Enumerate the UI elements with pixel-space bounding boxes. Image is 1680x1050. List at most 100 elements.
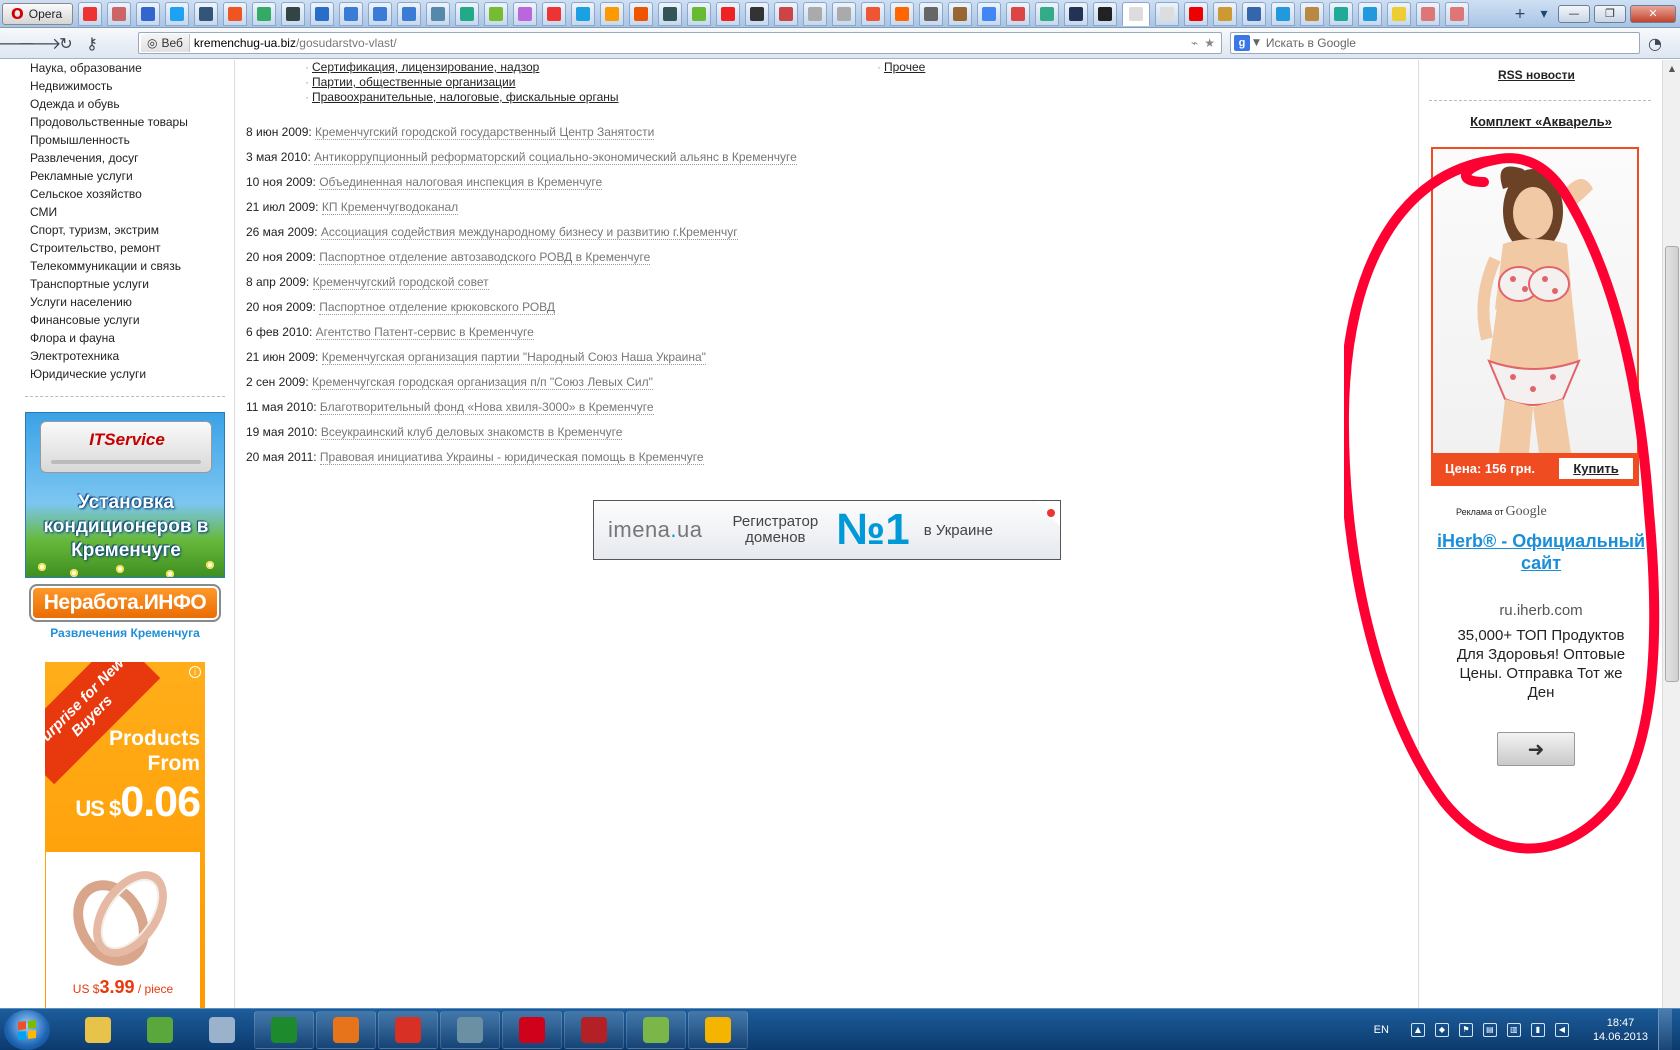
browser-tab[interactable]	[368, 1, 393, 26]
subcategory-link[interactable]: Сертификация, лицензирование, надзор	[312, 60, 539, 74]
reload-icon[interactable]: ↻	[54, 31, 78, 55]
ad-info-icon[interactable]: i	[189, 666, 201, 678]
taskbar-app-button[interactable]	[192, 1011, 252, 1049]
itservice-ad-banner[interactable]: ITService Установка кондиционеров в Крем…	[25, 412, 225, 578]
tab-menu-chevron-icon[interactable]: ▾	[1534, 4, 1554, 24]
subcategory-item[interactable]: · Сертификация, лицензирование, надзор	[305, 60, 539, 74]
nerabota-subtitle[interactable]: Развлечения Кременчуга	[25, 626, 225, 640]
category-link[interactable]: Продовольственные товары	[30, 114, 188, 132]
browser-tab[interactable]	[774, 1, 799, 26]
category-link[interactable]: Юридические услуги	[30, 366, 188, 384]
browser-tab[interactable]	[629, 1, 654, 26]
category-link[interactable]: Наука, образование	[30, 60, 188, 78]
promo-product-card[interactable]: Цена: 156 грн. Купить	[1431, 147, 1639, 486]
category-link[interactable]: Недвижимость	[30, 78, 188, 96]
category-link[interactable]: Спорт, туризм, экстрим	[30, 222, 188, 240]
scrollbar-thumb[interactable]	[1665, 246, 1679, 682]
language-indicator[interactable]: EN	[1374, 1024, 1389, 1036]
category-link[interactable]: Транспортные услуги	[30, 276, 188, 294]
close-window-button[interactable]: ✕	[1630, 4, 1676, 23]
news-title-link[interactable]: Всеукраинский клуб деловых знакомств в К…	[320, 425, 623, 440]
browser-tab[interactable]	[397, 1, 422, 26]
network-app-tray-icon[interactable]: ◆	[1434, 1022, 1449, 1037]
browser-tab[interactable]	[484, 1, 509, 26]
ads-by-google-label[interactable]: Реклама от Google	[1456, 504, 1547, 520]
browser-tab[interactable]	[1064, 1, 1089, 26]
browser-tab[interactable]	[1122, 1, 1151, 26]
new-tab-icon[interactable]: +	[1510, 4, 1530, 24]
browser-tab[interactable]	[542, 1, 567, 26]
category-link[interactable]: Одежда и обувь	[30, 96, 188, 114]
subcategory-link[interactable]: Партии, общественные организации	[312, 75, 515, 89]
buy-button[interactable]: Купить	[1559, 458, 1633, 479]
browser-tab[interactable]	[513, 1, 538, 26]
browser-tab[interactable]	[426, 1, 451, 26]
category-link[interactable]: Промышленность	[30, 132, 188, 150]
subcategory-link[interactable]: Правоохранительные, налоговые, фискальны…	[312, 90, 619, 104]
browser-tab[interactable]	[1213, 1, 1238, 26]
news-title-link[interactable]: Ассоциация содействия международному биз…	[320, 225, 738, 240]
category-link[interactable]: Услуги населению	[30, 294, 188, 312]
action-center-flag-icon[interactable]: ⚑	[1458, 1022, 1473, 1037]
browser-tab[interactable]	[252, 1, 277, 26]
news-title-link[interactable]: Кременчугский городской государственный …	[315, 125, 655, 140]
imena-ua-banner[interactable]: imena.ua Регистратор доменов №1 в Украине	[593, 500, 1061, 560]
vertical-scrollbar[interactable]: ▲	[1662, 60, 1680, 1008]
browser-tab[interactable]	[1271, 1, 1296, 26]
taskbar-app-button[interactable]	[254, 1010, 314, 1049]
clock[interactable]: 18:47 14.06.2013	[1593, 1016, 1648, 1044]
taskbar-app-button[interactable]	[130, 1011, 190, 1049]
taskbar-app-button[interactable]	[440, 1010, 500, 1049]
news-title-link[interactable]: Агентство Патент-сервис в Кременчуге	[315, 325, 534, 340]
promo-title-link[interactable]: Комплект «Акварель»	[1419, 114, 1662, 129]
taskbar-app-button[interactable]	[378, 1010, 438, 1049]
browser-tab[interactable]	[1035, 1, 1060, 26]
volume-icon[interactable]: ◀	[1554, 1022, 1569, 1037]
nerabota-info-banner[interactable]: Неработа. ИНФО	[29, 584, 221, 622]
browser-tab[interactable]	[339, 1, 364, 26]
network-icon[interactable]: ▥	[1506, 1022, 1521, 1037]
news-title-link[interactable]: Кременчугская организация партии "Народн…	[321, 350, 706, 365]
browser-tab[interactable]	[832, 1, 857, 26]
taskbar-app-button[interactable]	[564, 1010, 624, 1049]
news-title-link[interactable]: КП Кременчугводоканал	[321, 200, 459, 215]
browser-tab[interactable]	[136, 1, 161, 26]
browser-tab[interactable]	[1358, 1, 1383, 26]
browser-tab[interactable]	[919, 1, 944, 26]
iherb-go-arrow-button[interactable]: ➜	[1497, 732, 1575, 766]
news-title-link[interactable]: Правовая инициатива Украины - юридическа…	[319, 450, 704, 465]
category-link[interactable]: Финансовые услуги	[30, 312, 188, 330]
browser-tab[interactable]	[281, 1, 306, 26]
browser-tab[interactable]	[1093, 1, 1118, 26]
browser-tab[interactable]	[107, 1, 132, 26]
minimize-button[interactable]: —	[1558, 4, 1590, 23]
browser-tab[interactable]	[165, 1, 190, 26]
browser-tab[interactable]	[571, 1, 596, 26]
start-button[interactable]	[4, 1009, 50, 1050]
forward-arrow-icon[interactable]: 🡒	[19, 31, 62, 55]
browser-tab[interactable]	[1416, 1, 1441, 26]
show-hidden-icons-icon[interactable]: ▲	[1410, 1022, 1425, 1037]
news-title-link[interactable]: Антикоррупционный реформаторский социаль…	[314, 150, 797, 165]
browser-tab[interactable]	[687, 1, 712, 26]
address-field[interactable]: ◎ Веб kremenchug-ua.biz /gosudarstvo-vla…	[138, 32, 1222, 54]
browser-tab[interactable]	[658, 1, 683, 26]
scroll-up-arrow-icon[interactable]: ▲	[1663, 60, 1680, 77]
category-link[interactable]: Флора и фауна	[30, 330, 188, 348]
category-link[interactable]: Рекламные услуги	[30, 168, 188, 186]
news-title-link[interactable]: Кременчугская городская организация п/п …	[312, 375, 653, 390]
browser-tab[interactable]	[1006, 1, 1031, 26]
key-icon[interactable]: ⚷	[80, 31, 104, 55]
products-ad-banner[interactable]: Surprise for New Buyers i Products From …	[45, 662, 205, 1008]
browser-tab[interactable]	[1329, 1, 1354, 26]
browser-tab[interactable]	[1300, 1, 1325, 26]
category-link[interactable]: Сельское хозяйство	[30, 186, 188, 204]
taskbar-app-button[interactable]	[688, 1010, 748, 1049]
news-title-link[interactable]: Паспортное отделение крюковского РОВД	[319, 300, 556, 315]
browser-tab[interactable]	[745, 1, 770, 26]
subcategory-item[interactable]: · Прочее	[877, 60, 925, 74]
rss-feed-icon[interactable]: ⌁	[1191, 36, 1198, 50]
battery-icon[interactable]: ▮	[1530, 1022, 1545, 1037]
browser-tab[interactable]	[1242, 1, 1267, 26]
search-field[interactable]: g ▼ Искать в Google	[1230, 32, 1640, 54]
